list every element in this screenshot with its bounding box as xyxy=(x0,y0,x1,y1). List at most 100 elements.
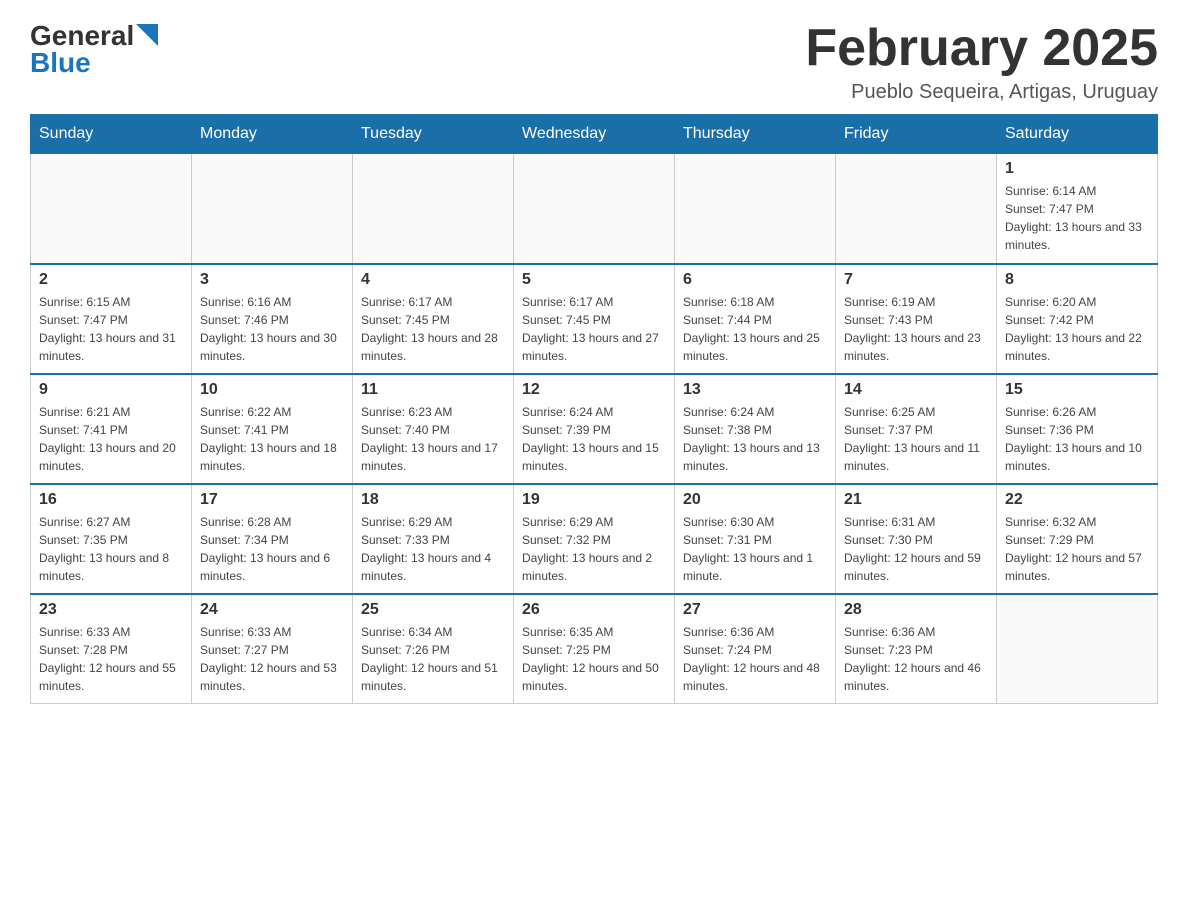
day-info: Sunrise: 6:25 AMSunset: 7:37 PMDaylight:… xyxy=(844,403,988,475)
calendar-cell: 24 Sunrise: 6:33 AMSunset: 7:27 PMDayligh… xyxy=(192,594,353,704)
day-info: Sunrise: 6:15 AMSunset: 7:47 PMDaylight:… xyxy=(39,293,183,365)
calendar-cell: 21 Sunrise: 6:31 AMSunset: 7:30 PMDayligh… xyxy=(836,484,997,594)
day-info: Sunrise: 6:27 AMSunset: 7:35 PMDaylight:… xyxy=(39,513,183,585)
calendar-cell: 12 Sunrise: 6:24 AMSunset: 7:39 PMDayligh… xyxy=(514,374,675,484)
calendar-cell xyxy=(31,154,192,264)
day-number: 8 xyxy=(1005,271,1149,289)
day-number: 2 xyxy=(39,271,183,289)
day-info: Sunrise: 6:20 AMSunset: 7:42 PMDaylight:… xyxy=(1005,293,1149,365)
calendar-header-row: SundayMondayTuesdayWednesdayThursdayFrid… xyxy=(31,115,1158,154)
day-number: 7 xyxy=(844,271,988,289)
day-info: Sunrise: 6:14 AMSunset: 7:47 PMDaylight:… xyxy=(1005,182,1149,254)
calendar-cell: 14 Sunrise: 6:25 AMSunset: 7:37 PMDayligh… xyxy=(836,374,997,484)
day-info: Sunrise: 6:32 AMSunset: 7:29 PMDaylight:… xyxy=(1005,513,1149,585)
day-info: Sunrise: 6:35 AMSunset: 7:25 PMDaylight:… xyxy=(522,623,666,695)
page-header: General Blue February 2025 Pueblo Sequei… xyxy=(30,20,1158,104)
day-info: Sunrise: 6:18 AMSunset: 7:44 PMDaylight:… xyxy=(683,293,827,365)
calendar-cell: 1 Sunrise: 6:14 AMSunset: 7:47 PMDaylight… xyxy=(997,154,1158,264)
day-info: Sunrise: 6:21 AMSunset: 7:41 PMDaylight:… xyxy=(39,403,183,475)
calendar-week-row: 1 Sunrise: 6:14 AMSunset: 7:47 PMDaylight… xyxy=(31,154,1158,264)
calendar-cell xyxy=(836,154,997,264)
calendar-cell: 8 Sunrise: 6:20 AMSunset: 7:42 PMDaylight… xyxy=(997,264,1158,374)
logo-general: General xyxy=(30,22,134,50)
calendar-cell: 22 Sunrise: 6:32 AMSunset: 7:29 PMDayligh… xyxy=(997,484,1158,594)
day-info: Sunrise: 6:30 AMSunset: 7:31 PMDaylight:… xyxy=(683,513,827,585)
day-info: Sunrise: 6:34 AMSunset: 7:26 PMDaylight:… xyxy=(361,623,505,695)
calendar-cell: 13Sunrise: 6:24 AMSunset: 7:38 PMDayligh… xyxy=(675,374,836,484)
calendar-header-sunday: Sunday xyxy=(31,115,192,154)
day-info: Sunrise: 6:16 AMSunset: 7:46 PMDaylight:… xyxy=(200,293,344,365)
day-info: Sunrise: 6:24 AMSunset: 7:39 PMDaylight:… xyxy=(522,403,666,475)
day-number: 19 xyxy=(522,491,666,509)
calendar-cell: 20 Sunrise: 6:30 AMSunset: 7:31 PMDayligh… xyxy=(675,484,836,594)
day-info: Sunrise: 6:29 AMSunset: 7:32 PMDaylight:… xyxy=(522,513,666,585)
day-info: Sunrise: 6:28 AMSunset: 7:34 PMDaylight:… xyxy=(200,513,344,585)
calendar-week-row: 16 Sunrise: 6:27 AMSunset: 7:35 PMDayligh… xyxy=(31,484,1158,594)
calendar-header-thursday: Thursday xyxy=(675,115,836,154)
calendar-cell: 7 Sunrise: 6:19 AMSunset: 7:43 PMDaylight… xyxy=(836,264,997,374)
day-info: Sunrise: 6:31 AMSunset: 7:30 PMDaylight:… xyxy=(844,513,988,585)
calendar-header-saturday: Saturday xyxy=(997,115,1158,154)
calendar-cell: 26 Sunrise: 6:35 AMSunset: 7:25 PMDayligh… xyxy=(514,594,675,704)
calendar-cell: 17 Sunrise: 6:28 AMSunset: 7:34 PMDayligh… xyxy=(192,484,353,594)
calendar-cell: 5 Sunrise: 6:17 AMSunset: 7:45 PMDaylight… xyxy=(514,264,675,374)
day-number: 12 xyxy=(522,381,666,399)
day-number: 11 xyxy=(361,381,505,399)
day-info: Sunrise: 6:36 AMSunset: 7:24 PMDaylight:… xyxy=(683,623,827,695)
day-number: 26 xyxy=(522,601,666,619)
calendar-header-tuesday: Tuesday xyxy=(353,115,514,154)
day-info: Sunrise: 6:29 AMSunset: 7:33 PMDaylight:… xyxy=(361,513,505,585)
title-section: February 2025 Pueblo Sequeira, Artigas, … xyxy=(805,20,1158,104)
day-number: 5 xyxy=(522,271,666,289)
day-number: 20 xyxy=(683,491,827,509)
logo-arrow-icon xyxy=(136,24,158,46)
month-title: February 2025 xyxy=(805,20,1158,77)
day-number: 16 xyxy=(39,491,183,509)
calendar-cell: 16 Sunrise: 6:27 AMSunset: 7:35 PMDayligh… xyxy=(31,484,192,594)
day-info: Sunrise: 6:36 AMSunset: 7:23 PMDaylight:… xyxy=(844,623,988,695)
calendar-cell: 3 Sunrise: 6:16 AMSunset: 7:46 PMDaylight… xyxy=(192,264,353,374)
day-number: 6 xyxy=(683,271,827,289)
location-subtitle: Pueblo Sequeira, Artigas, Uruguay xyxy=(805,81,1158,104)
calendar-cell: 6 Sunrise: 6:18 AMSunset: 7:44 PMDaylight… xyxy=(675,264,836,374)
logo-blue: Blue xyxy=(30,47,91,79)
day-info: Sunrise: 6:23 AMSunset: 7:40 PMDaylight:… xyxy=(361,403,505,475)
day-number: 3 xyxy=(200,271,344,289)
day-info: Sunrise: 6:26 AMSunset: 7:36 PMDaylight:… xyxy=(1005,403,1149,475)
day-number: 13 xyxy=(683,381,827,399)
calendar-cell xyxy=(675,154,836,264)
calendar-cell: 27 Sunrise: 6:36 AMSunset: 7:24 PMDayligh… xyxy=(675,594,836,704)
calendar-header-friday: Friday xyxy=(836,115,997,154)
calendar-cell: 9 Sunrise: 6:21 AMSunset: 7:41 PMDaylight… xyxy=(31,374,192,484)
day-number: 24 xyxy=(200,601,344,619)
day-number: 25 xyxy=(361,601,505,619)
calendar-cell: 2 Sunrise: 6:15 AMSunset: 7:47 PMDaylight… xyxy=(31,264,192,374)
calendar-cell xyxy=(353,154,514,264)
day-info: Sunrise: 6:33 AMSunset: 7:27 PMDaylight:… xyxy=(200,623,344,695)
day-number: 28 xyxy=(844,601,988,619)
calendar-cell: 10Sunrise: 6:22 AMSunset: 7:41 PMDayligh… xyxy=(192,374,353,484)
day-number: 22 xyxy=(1005,491,1149,509)
calendar-week-row: 2 Sunrise: 6:15 AMSunset: 7:47 PMDaylight… xyxy=(31,264,1158,374)
day-info: Sunrise: 6:19 AMSunset: 7:43 PMDaylight:… xyxy=(844,293,988,365)
day-info: Sunrise: 6:17 AMSunset: 7:45 PMDaylight:… xyxy=(522,293,666,365)
calendar-cell: 19 Sunrise: 6:29 AMSunset: 7:32 PMDayligh… xyxy=(514,484,675,594)
day-number: 1 xyxy=(1005,160,1149,178)
calendar-header-wednesday: Wednesday xyxy=(514,115,675,154)
calendar-header-monday: Monday xyxy=(192,115,353,154)
day-info: Sunrise: 6:22 AMSunset: 7:41 PMDaylight:… xyxy=(200,403,344,475)
calendar-cell: 11 Sunrise: 6:23 AMSunset: 7:40 PMDayligh… xyxy=(353,374,514,484)
calendar-cell: 25 Sunrise: 6:34 AMSunset: 7:26 PMDayligh… xyxy=(353,594,514,704)
day-number: 27 xyxy=(683,601,827,619)
day-number: 9 xyxy=(39,381,183,399)
day-number: 21 xyxy=(844,491,988,509)
day-info: Sunrise: 6:17 AMSunset: 7:45 PMDaylight:… xyxy=(361,293,505,365)
day-number: 17 xyxy=(200,491,344,509)
calendar-table: SundayMondayTuesdayWednesdayThursdayFrid… xyxy=(30,114,1158,704)
calendar-week-row: 9 Sunrise: 6:21 AMSunset: 7:41 PMDaylight… xyxy=(31,374,1158,484)
day-number: 15 xyxy=(1005,381,1149,399)
calendar-cell: 23Sunrise: 6:33 AMSunset: 7:28 PMDayligh… xyxy=(31,594,192,704)
day-number: 4 xyxy=(361,271,505,289)
day-number: 14 xyxy=(844,381,988,399)
calendar-cell: 28 Sunrise: 6:36 AMSunset: 7:23 PMDayligh… xyxy=(836,594,997,704)
